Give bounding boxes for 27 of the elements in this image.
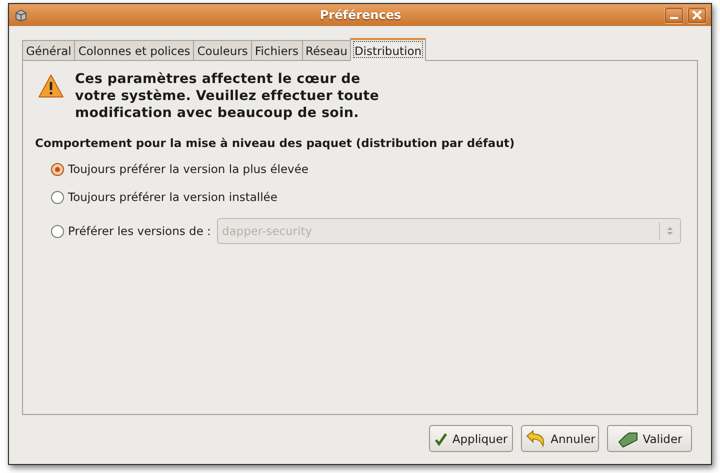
tab[interactable]: Général [22,40,76,60]
cancel-button[interactable]: Annuler [521,425,599,452]
minimize-button[interactable] [664,6,684,24]
checkmark-icon [434,432,448,446]
close-icon [692,10,702,20]
undo-arrow-icon [524,428,547,448]
minimize-icon [670,17,678,19]
close-button[interactable] [687,6,707,24]
window-title: Préférences [318,8,402,22]
app-icon [13,7,29,23]
radio-option[interactable]: Toujours préférer la version installée [51,190,278,204]
tab[interactable]: Couleurs [193,40,252,60]
warning-icon [37,73,65,99]
radio-button[interactable] [51,190,64,204]
radio-button[interactable] [51,162,64,176]
spinner-arrows-icon [666,225,674,237]
apply-button[interactable]: Appliquer [429,425,513,452]
section-heading: Comportement pour la mise à niveau des paquet (distribution par défaut) [35,136,516,150]
radio-option[interactable]: Toujours préférer la version la plus élevée [51,162,309,176]
tab[interactable]: Colonnes et polices [74,40,194,60]
tab[interactable]: Réseau [302,40,352,60]
ok-button[interactable]: Valider [607,425,692,452]
tab[interactable]: Distribution [350,38,426,61]
radio-option[interactable]: Préférer les versions de : [51,224,211,238]
radio-button[interactable] [51,224,64,238]
warning-message: Ces paramètres affectent le cœur de votre système. Veuillez effectuer toute modification avec beaucoup de soin. [75,71,380,122]
tab[interactable]: Fichiers [250,40,302,60]
